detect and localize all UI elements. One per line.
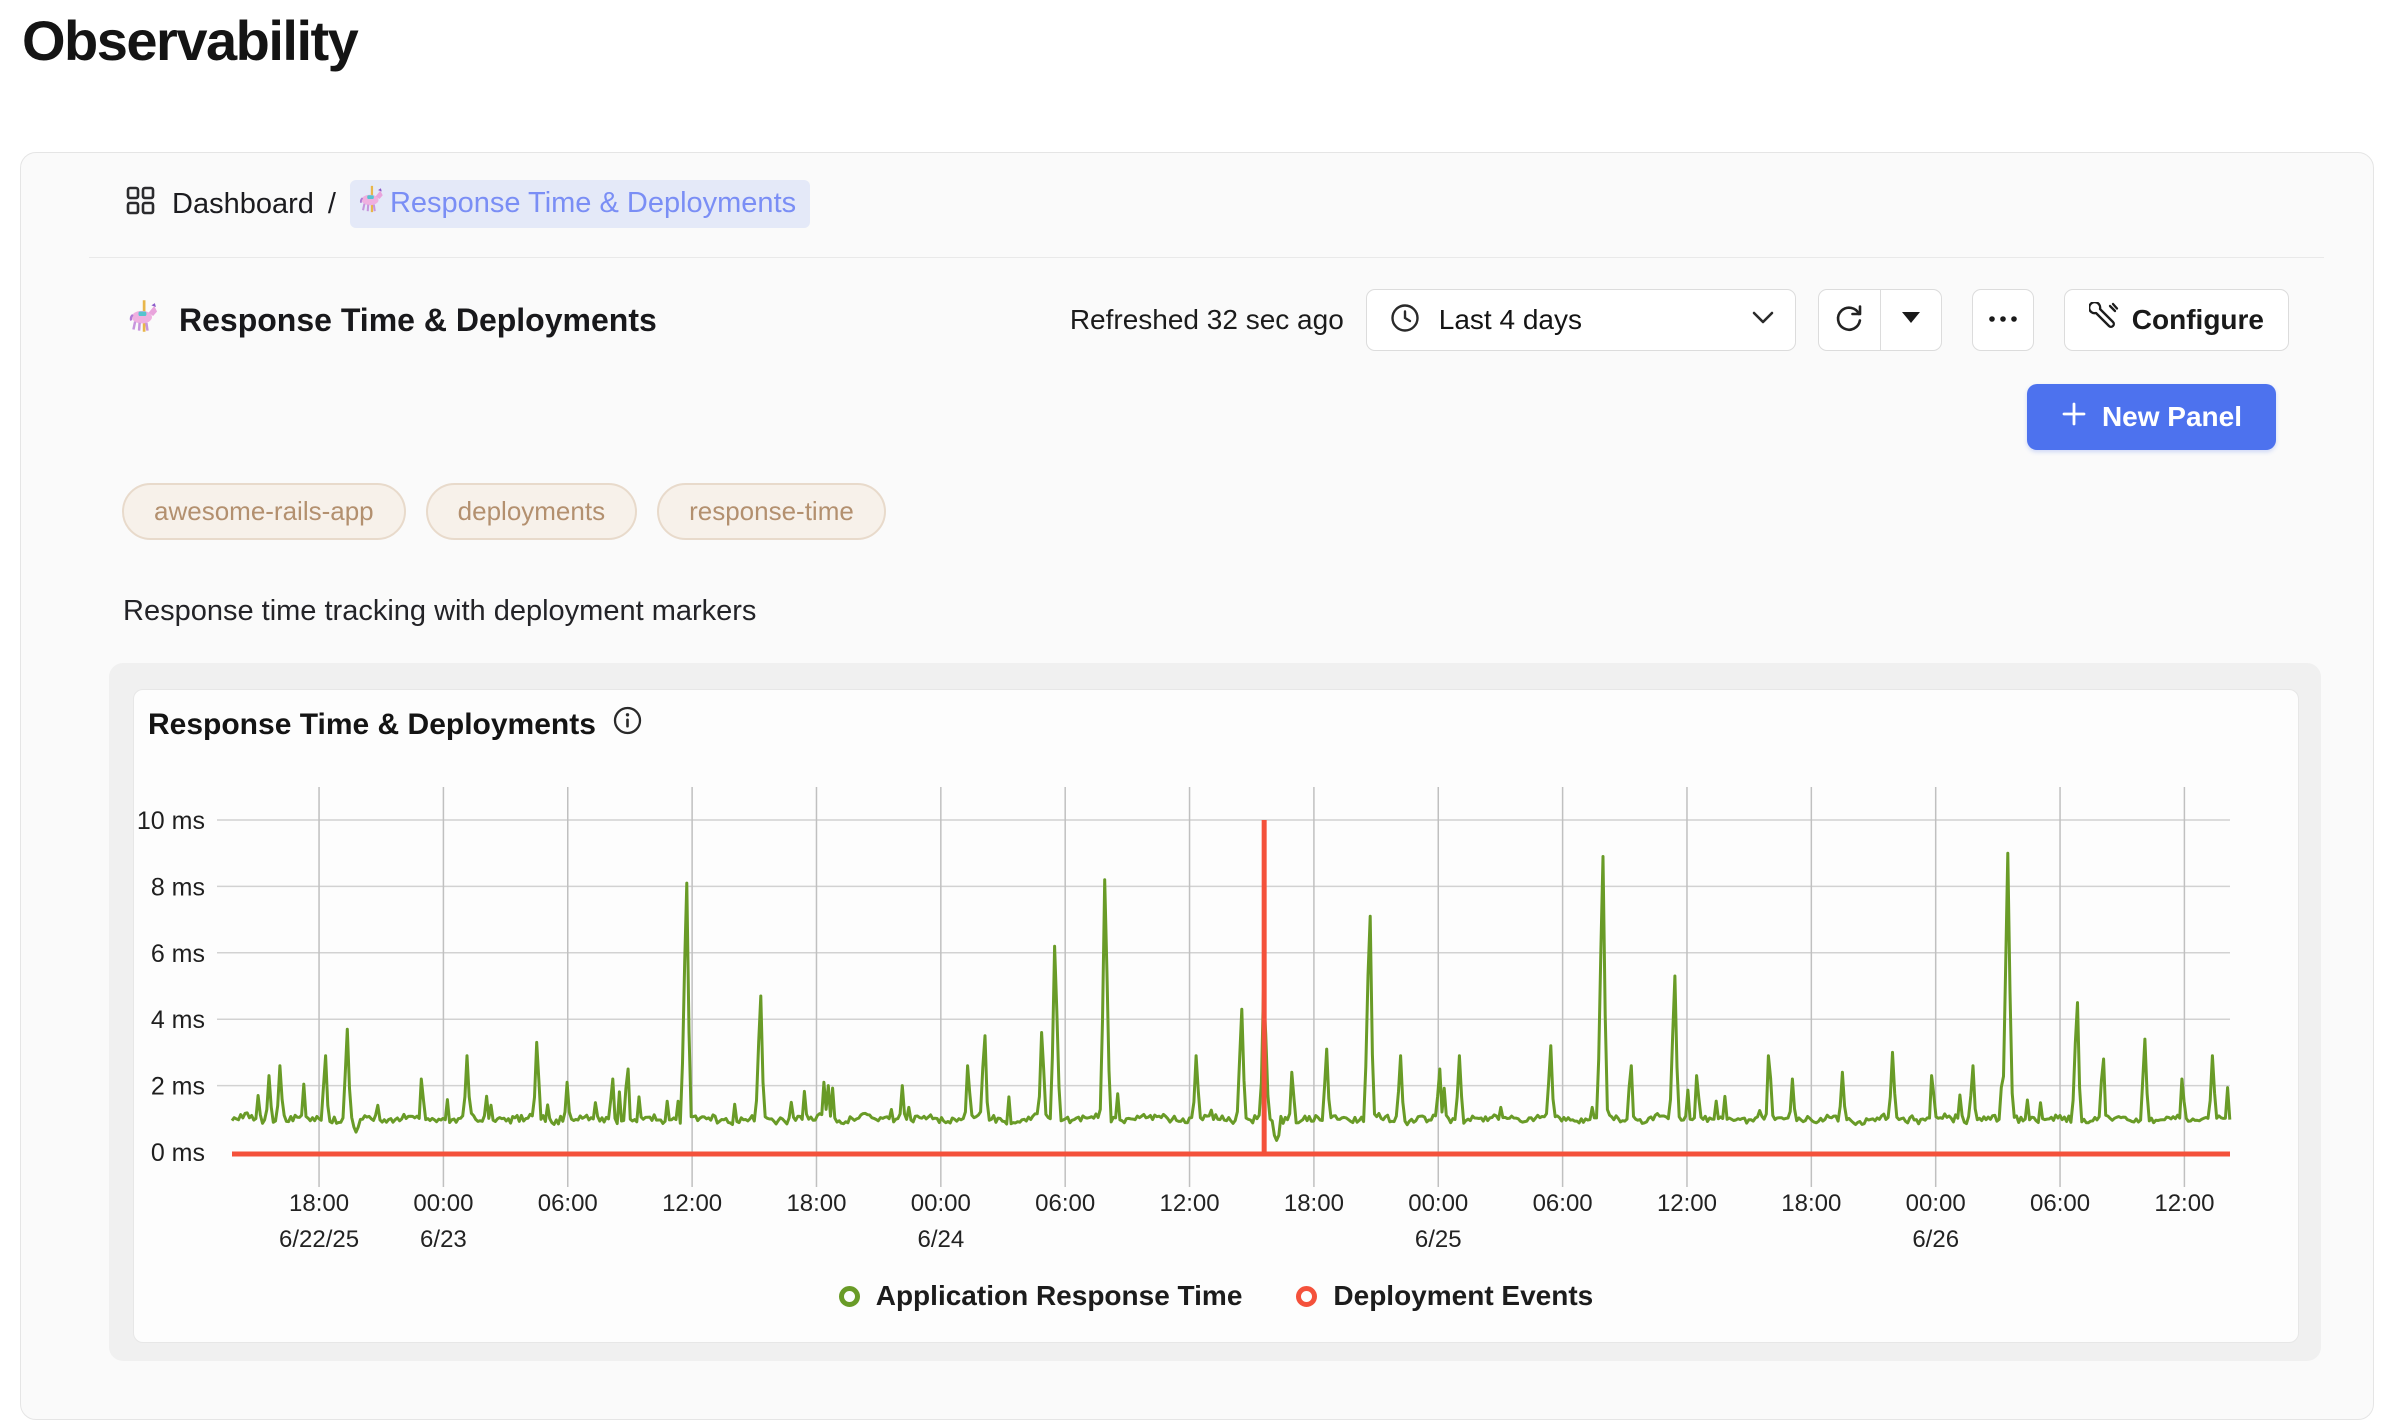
tag-deployments[interactable]: deployments (426, 483, 637, 540)
x-tick-label: 00:00 (413, 1190, 473, 1217)
ring-icon (1296, 1286, 1317, 1307)
x-tick-label: 18:00 (289, 1190, 349, 1217)
time-range-value: Last 4 days (1439, 304, 1582, 336)
x-tick-label: 00:00 (1906, 1190, 1966, 1217)
page-title: Observability (22, 8, 357, 73)
legend-deployment-events[interactable]: Deployment Events (1296, 1280, 1593, 1312)
carousel-horse-icon (125, 298, 161, 342)
x-tick-label: 12:00 (1160, 1190, 1220, 1217)
tag-awesome-rails-app[interactable]: awesome-rails-app (122, 483, 406, 540)
tags-row: awesome-rails-app deployments response-t… (122, 483, 886, 540)
refresh-button-group (1818, 289, 1942, 351)
breadcrumb-separator: / (328, 188, 336, 221)
y-tick-label: 6 ms (151, 940, 205, 968)
breadcrumb-current-label: Response Time & Deployments (390, 187, 796, 220)
refresh-options-button[interactable] (1880, 290, 1941, 350)
legend-label: Deployment Events (1333, 1280, 1593, 1312)
x-tick-label: 00:00 (911, 1190, 971, 1217)
ring-icon (839, 1286, 860, 1307)
configure-label: Configure (2132, 304, 2264, 336)
dashboard-card: Dashboard / Response Time & Deployments (20, 152, 2374, 1420)
ellipsis-icon (1986, 311, 2020, 329)
x-tick-label: 12:00 (662, 1190, 722, 1217)
breadcrumb-dashboard-label: Dashboard (172, 188, 314, 221)
y-tick-label: 2 ms (151, 1073, 205, 1101)
panel-title: Response Time & Deployments (179, 302, 657, 339)
header-divider (89, 257, 2324, 258)
panel-header-row: Response Time & Deployments Refreshed 32… (125, 287, 2289, 353)
x-tick-label: 18:00 (786, 1190, 846, 1217)
chart-card: Response Time & Deployments 10 ms8 ms6 m… (133, 689, 2299, 1343)
x-date-label: 6/26 (1912, 1226, 1959, 1253)
x-date-label: 6/23 (420, 1226, 467, 1253)
y-tick-label: 10 ms (137, 807, 205, 835)
refresh-button[interactable] (1819, 290, 1880, 350)
response-time-series (232, 853, 2230, 1140)
plus-icon (2061, 401, 2087, 434)
new-panel-button[interactable]: New Panel (2027, 384, 2276, 450)
y-tick-label: 4 ms (151, 1006, 205, 1034)
chevron-down-icon (1751, 310, 1775, 330)
new-panel-label: New Panel (2102, 401, 2242, 433)
triangle-down-icon (1901, 311, 1921, 329)
x-tick-label: 18:00 (1284, 1190, 1344, 1217)
grid-icon (125, 185, 156, 224)
x-tick-label: 18:00 (1781, 1190, 1841, 1217)
x-tick-label: 06:00 (538, 1190, 598, 1217)
x-tick-label: 06:00 (2030, 1190, 2090, 1217)
x-date-label: 6/25 (1415, 1226, 1462, 1253)
refreshed-status: Refreshed 32 sec ago (1070, 304, 1344, 336)
configure-button[interactable]: Configure (2064, 289, 2289, 351)
time-range-select[interactable]: Last 4 days (1366, 289, 1796, 351)
x-tick-label: 06:00 (1533, 1190, 1593, 1217)
x-tick-label: 12:00 (1657, 1190, 1717, 1217)
x-date-label: 6/22/25 (279, 1226, 359, 1253)
more-options-button[interactable] (1972, 289, 2034, 351)
legend-application-response-time[interactable]: Application Response Time (839, 1280, 1243, 1312)
x-tick-label: 06:00 (1035, 1190, 1095, 1217)
response-time-chart: 10 ms 8 ms 6 ms 4 ms 2 ms 0 ms 18:00 6/22/25 00:… (134, 690, 2302, 1265)
clock-icon (1389, 302, 1421, 339)
refresh-icon (1832, 301, 1866, 340)
breadcrumb-current-link[interactable]: Response Time & Deployments (350, 180, 810, 228)
tools-icon (2089, 302, 2119, 339)
y-tick-label: 0 ms (151, 1139, 205, 1167)
tag-response-time[interactable]: response-time (657, 483, 886, 540)
panel-title-group: Response Time & Deployments (125, 298, 657, 342)
y-tick-label: 8 ms (151, 873, 205, 901)
x-tick-label: 12:00 (2154, 1190, 2214, 1217)
breadcrumb: Dashboard / Response Time & Deployments (125, 181, 810, 227)
x-tick-label: 00:00 (1408, 1190, 1468, 1217)
legend-label: Application Response Time (876, 1280, 1243, 1312)
chart-legend: Application Response Time Deployment Eve… (134, 1280, 2298, 1312)
chart-panel: Response Time & Deployments 10 ms8 ms6 m… (109, 663, 2321, 1361)
x-date-label: 6/24 (917, 1226, 964, 1253)
breadcrumb-dashboard-link[interactable]: Dashboard (125, 185, 314, 224)
panel-description: Response time tracking with deployment m… (123, 595, 756, 628)
carousel-horse-icon (356, 184, 386, 222)
